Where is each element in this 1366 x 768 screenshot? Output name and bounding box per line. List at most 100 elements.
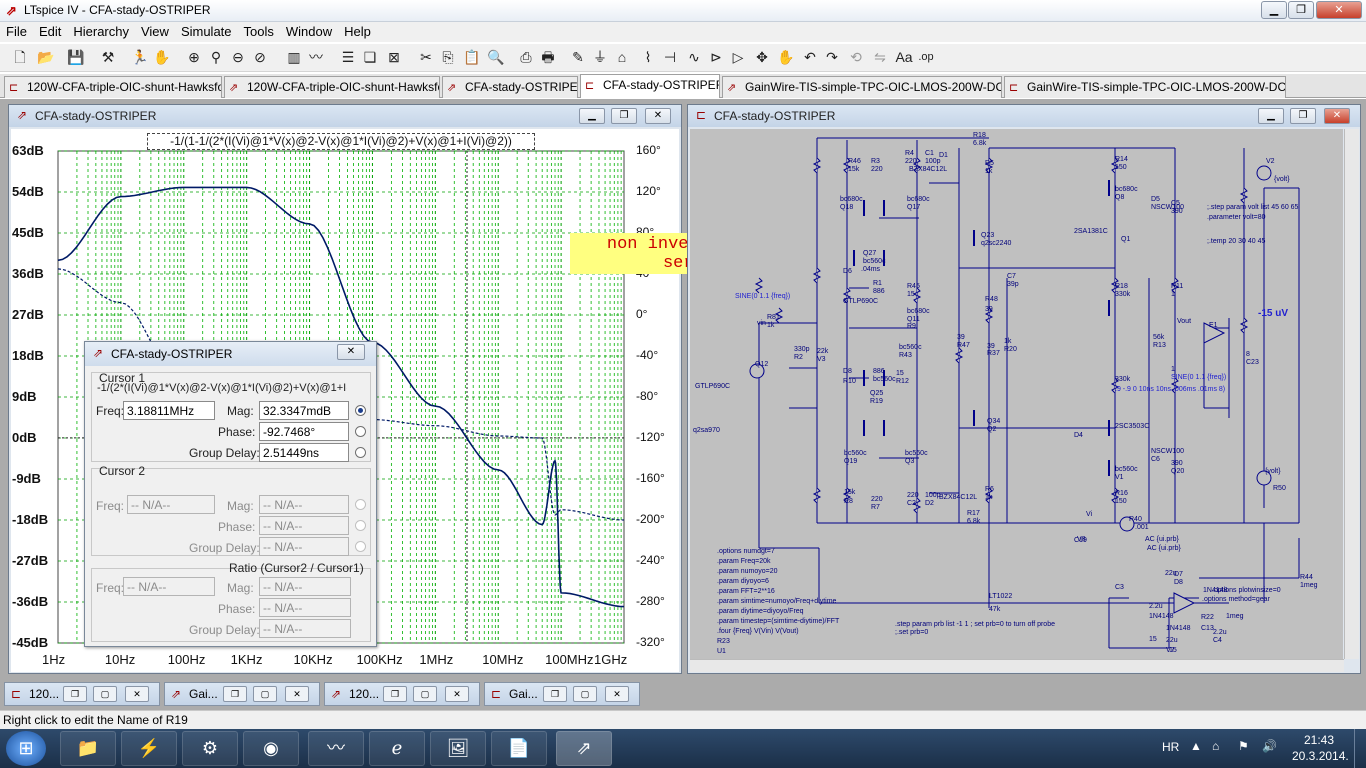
- close-button[interactable]: ✕: [445, 686, 469, 702]
- trace-expression-label[interactable]: -1/(1-1/(2*(I(Vi)@1*V(x)@2-V(x)@1*I(Vi)@…: [147, 133, 535, 150]
- schematic-label: .param diytime=diyoyo/Freq: [717, 608, 804, 615]
- show-hidden-icons-icon[interactable]: ▲: [1190, 739, 1202, 753]
- restore-button[interactable]: ❐: [63, 686, 87, 702]
- winamp-task-icon[interactable]: ⚡: [121, 731, 177, 766]
- inductor-icon[interactable]: ∿: [684, 47, 704, 67]
- schematic-label: 1: [1171, 366, 1175, 373]
- cursor1-phase-field[interactable]: -92.7468°: [259, 422, 349, 441]
- clock-date[interactable]: 20.3.2014.: [1292, 749, 1349, 763]
- y-left-tick-label: -27dB: [12, 553, 49, 568]
- clock-time[interactable]: 21:43: [1304, 733, 1334, 747]
- document-task-icon[interactable]: 📄: [491, 731, 547, 766]
- x-tick-label: 10Hz: [104, 652, 136, 667]
- schematic-label: R5: [985, 160, 994, 167]
- minimized-window-3[interactable]: ⇗ 120... ❐ ▢ ✕: [324, 682, 480, 706]
- maximize-button[interactable]: ▢: [253, 686, 277, 702]
- explorer-task-icon[interactable]: 📁: [60, 731, 116, 766]
- photo-viewer-task-icon[interactable]: 🖼: [430, 731, 486, 766]
- network-icon[interactable]: ⌂: [1212, 739, 1219, 753]
- schematic-label: R10: [843, 378, 856, 385]
- redo-icon[interactable]: ↷: [822, 47, 842, 67]
- schematic-label: 15: [1149, 636, 1157, 643]
- vertical-scrollbar[interactable]: [1344, 129, 1359, 659]
- schematic-label: R16: [1115, 490, 1128, 497]
- ratio-freq-field: -- N/A--: [123, 577, 215, 596]
- schematic-label: C23: [1246, 359, 1259, 366]
- restore-button[interactable]: ❐: [543, 686, 567, 702]
- voltage-source-symbol: [1256, 165, 1272, 181]
- schematic-label: ;.set prb=0: [895, 629, 929, 636]
- close-button[interactable]: ✕: [605, 686, 629, 702]
- cursor1-group-delay-field[interactable]: 2.51449ns: [259, 443, 349, 462]
- schematic-label: 330k: [1115, 376, 1131, 383]
- cursor1-mag-radio[interactable]: [355, 405, 366, 416]
- minimized-window-2[interactable]: ⇗ Gai... ❐ ▢ ✕: [164, 682, 320, 706]
- schematic-label: ;.step param volt list 45 60 65: [1207, 204, 1299, 211]
- close-button[interactable]: ✕: [125, 686, 149, 702]
- minimize-button[interactable]: ▁: [1261, 1, 1287, 19]
- schematic-label: 390: [1171, 208, 1183, 215]
- schematic-label: 1k: [767, 322, 775, 329]
- maximize-button[interactable]: ▢: [93, 686, 117, 702]
- schematic-restore-button[interactable]: ❐: [1290, 108, 1316, 124]
- c2-mag-label: Mag:: [227, 499, 254, 513]
- tool-task-icon[interactable]: ⚙: [182, 731, 238, 766]
- move-icon[interactable]: ✥: [752, 47, 772, 67]
- undo-icon[interactable]: ↶: [800, 47, 820, 67]
- horizontal-scrollbar[interactable]: [690, 659, 1344, 672]
- schematic-label: R8: [844, 498, 853, 505]
- cursor1-mag-field[interactable]: 32.3347mdB: [259, 401, 349, 420]
- volume-icon[interactable]: 🔊: [1262, 739, 1277, 753]
- schematic-label: .options plotwinsize=0: [1212, 587, 1281, 594]
- ltspice-task-icon[interactable]: ⇗: [556, 731, 612, 766]
- language-indicator[interactable]: HR: [1162, 740, 1179, 754]
- mirror-icon[interactable]: ⇋: [870, 47, 890, 67]
- tab-gainwire-schematic[interactable]: ⊏ GainWire-TIS-simple-TPC-OIC-LMOS-200W-D…: [1004, 76, 1286, 98]
- schematic-close-button[interactable]: ✕: [1324, 108, 1350, 124]
- oscilloscope-task-icon[interactable]: 〰: [308, 731, 364, 766]
- x-tick-label: 1KHz: [230, 652, 263, 667]
- maximize-button[interactable]: ❐: [1288, 1, 1314, 19]
- schematic-label: 220: [871, 496, 883, 503]
- minimized-window-1[interactable]: ⊏ 120... ❐ ▢ ✕: [4, 682, 160, 706]
- restore-button[interactable]: ❐: [383, 686, 407, 702]
- schematic-label: SINE(0 1.1 {freq}): [735, 293, 791, 300]
- spice-directive-icon[interactable]: .op: [916, 47, 936, 67]
- c2-phase-label: Phase:: [218, 520, 256, 534]
- diode-icon[interactable]: ⊳: [706, 47, 726, 67]
- cursor1-expression: -1/(2*(I(Vi)@1*V(x)@2-V(x)@1*I(Vi)@2)+V(…: [97, 382, 347, 394]
- schematic-minimize-button[interactable]: ▁: [1258, 108, 1284, 124]
- text-icon[interactable]: Aa: [894, 47, 914, 67]
- cursor-close-button[interactable]: ✕: [337, 344, 365, 360]
- drag-icon[interactable]: ✋: [776, 47, 796, 67]
- cursor-dialog-titlebar[interactable]: ⇗ CFA-stady-OSTRIPER ✕: [85, 342, 376, 366]
- schematic-label: Q3: [905, 458, 915, 465]
- minimized-window-4[interactable]: ⊏ Gai... ❐ ▢ ✕: [484, 682, 640, 706]
- maximize-button[interactable]: ▢: [573, 686, 597, 702]
- cursor1-group-delay-radio[interactable]: [355, 447, 366, 458]
- close-button[interactable]: ✕: [285, 686, 309, 702]
- resistor-symbol: [1239, 187, 1249, 204]
- show-desktop-button[interactable]: [1354, 729, 1366, 768]
- maximize-button[interactable]: ▢: [413, 686, 437, 702]
- tab-gainwire-plot[interactable]: ⇗ GainWire-TIS-simple-TPC-OIC-LMOS-200W-D…: [722, 76, 1002, 98]
- y-left-tick-label: 54dB: [12, 184, 44, 199]
- schematic-window-titlebar[interactable]: ⊏ CFA-stady-OSTRIPER ▁ ❐ ✕: [688, 105, 1360, 127]
- component-icon[interactable]: ▷: [728, 47, 748, 67]
- schematic-label: .options method=gear: [1202, 596, 1270, 603]
- restore-button[interactable]: ❐: [223, 686, 247, 702]
- cursor1-freq-field[interactable]: 3.18811MHz: [123, 401, 215, 420]
- schematic-label: Q2: [987, 426, 997, 433]
- cursor1-phase-radio[interactable]: [355, 426, 366, 437]
- close-button[interactable]: ✕: [1316, 1, 1362, 19]
- y-left-tick-label: 27dB: [12, 307, 44, 322]
- internet-explorer-task-icon[interactable]: ℯ: [369, 731, 425, 766]
- rotate-icon[interactable]: ⟲: [846, 47, 866, 67]
- flag-icon[interactable]: ⚑: [1238, 739, 1249, 753]
- schematic-label: 2SC3503C: [1115, 423, 1150, 430]
- schematic-label: 8: [1246, 351, 1250, 358]
- schematic-label: .param numoyo=20: [717, 568, 778, 575]
- start-button[interactable]: ⊞: [6, 731, 46, 766]
- antivirus-task-icon[interactable]: ◉: [243, 731, 299, 766]
- schematic-label: bc560c: [873, 376, 896, 383]
